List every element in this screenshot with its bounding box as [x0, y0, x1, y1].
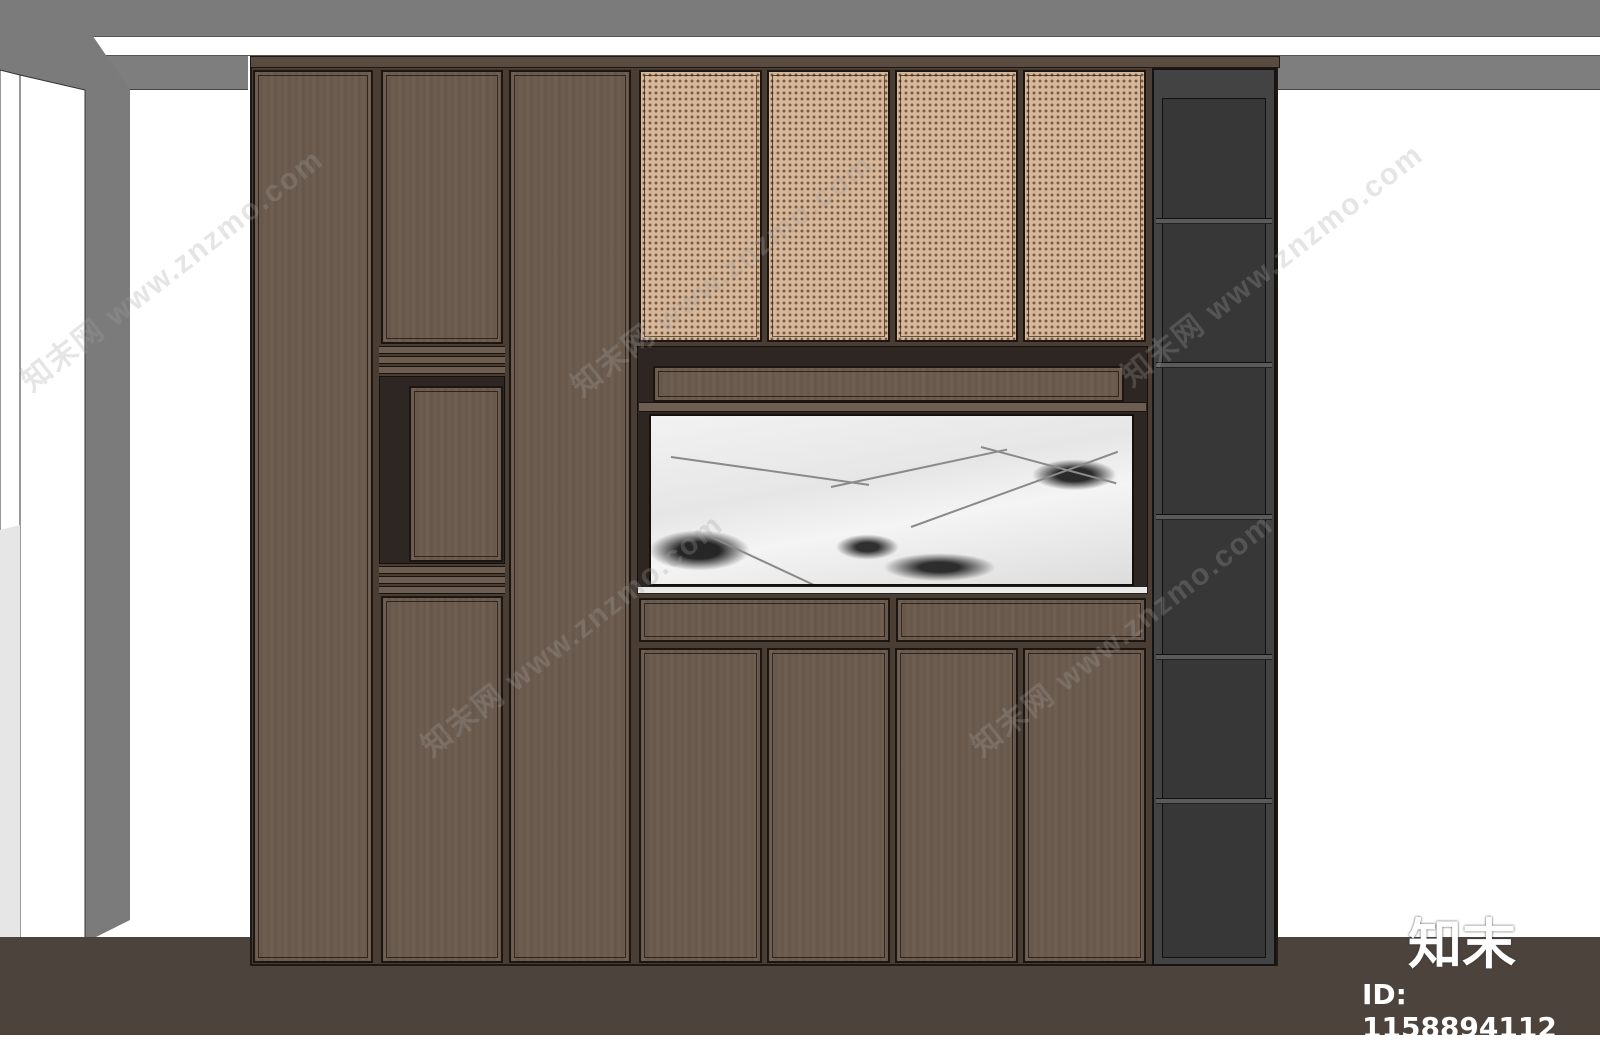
shelf-band — [379, 356, 505, 364]
marble-backsplash — [649, 414, 1134, 586]
recessed-shelf-panel — [653, 366, 1124, 402]
ceiling-beam-right — [1258, 56, 1600, 90]
shelf-band — [379, 576, 505, 584]
lower-door-3[interactable] — [895, 648, 1018, 963]
shelf-band — [379, 566, 505, 574]
shelf-band — [379, 346, 505, 354]
rattan-door-4[interactable] — [1023, 70, 1146, 342]
shelf — [1156, 798, 1272, 804]
image-id-label: ID: 1158894112 — [1362, 978, 1557, 1044]
compartment-shelf — [639, 402, 1146, 412]
lower-door-1[interactable] — [639, 648, 762, 963]
rattan-door-3[interactable] — [895, 70, 1018, 342]
niche-back-panel — [409, 386, 503, 562]
ceiling-band — [0, 0, 1600, 36]
lower-door-2[interactable] — [767, 648, 890, 963]
ceiling-edge — [68, 36, 1600, 56]
left-wall-opening — [0, 0, 130, 1035]
upper-door-column-2[interactable] — [381, 70, 503, 344]
shelf — [1156, 654, 1272, 660]
cabinet-top-cap — [250, 56, 1280, 68]
countertop — [637, 586, 1148, 594]
drawer-left[interactable] — [639, 598, 890, 642]
brand-logo-text: 知末 — [1408, 913, 1516, 976]
lower-door-column-2[interactable] — [381, 596, 503, 963]
shelf — [1156, 218, 1272, 224]
shelf-band — [379, 366, 505, 374]
shelf-band — [379, 586, 505, 594]
tall-door-center[interactable] — [509, 70, 631, 963]
